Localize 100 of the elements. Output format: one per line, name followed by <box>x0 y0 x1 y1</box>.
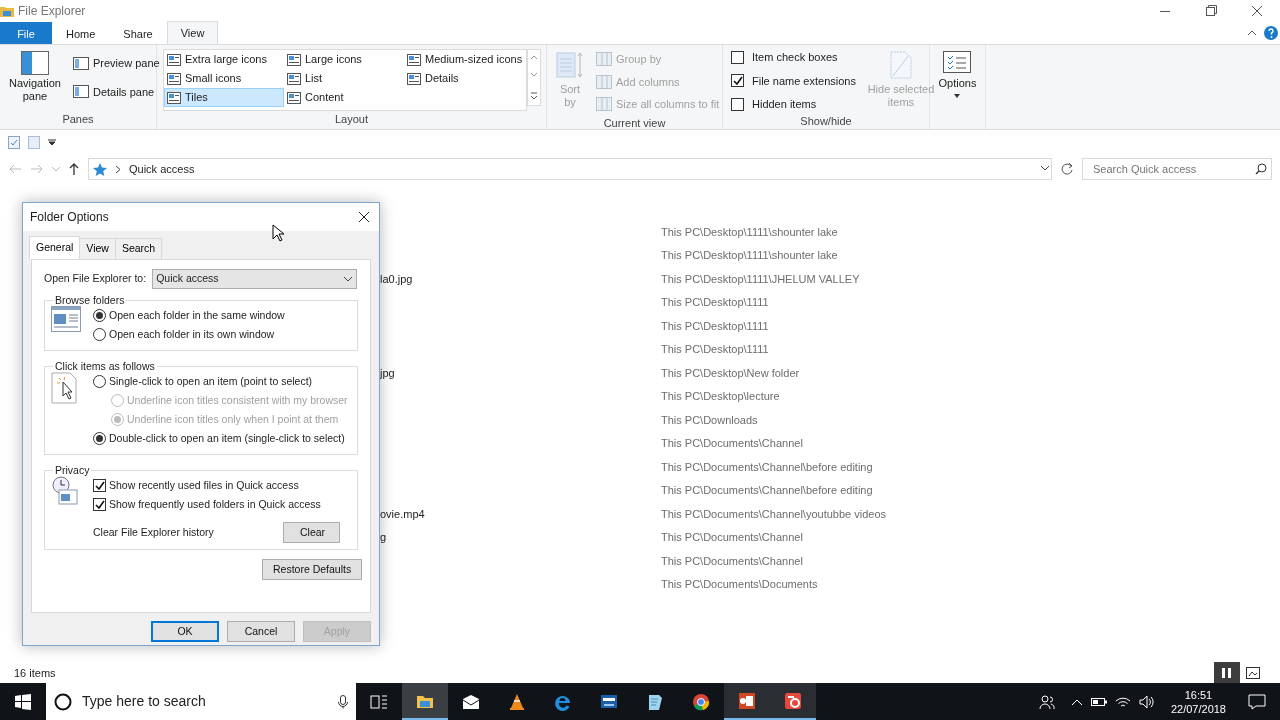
file-location: This PC\Desktop\1111\JHELUM VALLEY <box>661 271 860 287</box>
view-option[interactable]: Medium-sized icons <box>404 50 526 69</box>
show-hidden-icons-icon[interactable] <box>1070 697 1083 706</box>
caret-icon <box>954 93 961 98</box>
file-location: This PC\Desktop\New folder <box>661 365 800 381</box>
presentation-icon[interactable] <box>738 691 756 710</box>
file-location: This PC\Documents\Channel\youtubbe videos <box>661 506 886 522</box>
file-location: This PC\Documents\Channel <box>661 553 803 569</box>
search-field[interactable]: Search Quick access <box>1091 159 1255 179</box>
group-label: Panes <box>61 112 95 127</box>
checkbox[interactable] <box>731 74 744 88</box>
clock-time[interactable]: 16:51 <box>1170 687 1226 702</box>
ribbon-tab[interactable]: View <box>166 21 219 44</box>
dropdown-icon <box>343 276 354 282</box>
view-option[interactable]: List <box>284 69 404 88</box>
group-title: Browse folders <box>54 294 126 306</box>
gallery-scroll-icon[interactable] <box>527 49 541 106</box>
up-icon[interactable] <box>68 162 80 176</box>
file-location: This PC\Documents\Channel <box>661 530 803 545</box>
view-icon <box>407 72 421 85</box>
radio-button[interactable] <box>93 328 106 341</box>
view-option[interactable]: Small icons <box>164 69 284 88</box>
pane-button[interactable]: Details pane <box>70 81 163 102</box>
checkbox[interactable] <box>731 97 744 111</box>
properties-icon[interactable] <box>8 135 20 149</box>
dropdown-icon <box>1039 165 1051 173</box>
star-icon <box>93 162 107 176</box>
window-icon <box>51 306 81 332</box>
view-option[interactable]: Tiles <box>164 88 284 107</box>
view-icon <box>287 53 301 66</box>
view-icon <box>287 72 301 85</box>
pane-icon <box>73 85 89 99</box>
option-label: Underline icon titles only when I point at them <box>127 411 339 427</box>
chrome-icon[interactable] <box>692 692 710 711</box>
ribbon-tab[interactable]: Share <box>109 22 167 44</box>
cortana-icon <box>54 692 72 711</box>
checkbox-label: Show recently used files in Quick access <box>109 477 299 493</box>
clock-date[interactable]: 22/07/2018 <box>1170 701 1226 716</box>
search-box[interactable]: Search Quick access <box>1082 158 1272 180</box>
file-name: jpg <box>380 365 395 381</box>
file-location: This PC\Desktop\1111\shounter lake <box>661 224 838 240</box>
people-icon[interactable] <box>1038 693 1055 710</box>
columns-icon <box>596 97 612 112</box>
ribbon-tab[interactable]: File <box>0 22 52 44</box>
file-name: ovie.mp4 <box>380 506 425 522</box>
option-label: Underline icon titles consistent with my browser <box>127 392 348 408</box>
radio-button[interactable] <box>93 309 106 322</box>
view-option[interactable]: Details <box>404 69 526 88</box>
group-label: Show/hide <box>799 113 853 129</box>
task-view-icon[interactable] <box>370 692 388 711</box>
checkmark-icon <box>94 481 105 490</box>
checkbox[interactable] <box>731 50 744 64</box>
file-location: This PC\Documents\Channel\before editing <box>661 483 873 498</box>
envelope-icon[interactable] <box>462 692 480 711</box>
microphone-icon <box>338 694 348 709</box>
checkbox-label: File name extensions <box>752 73 856 89</box>
refresh-icon[interactable] <box>1060 162 1074 176</box>
columns-icon <box>596 74 612 89</box>
pane-button[interactable]: Preview pane <box>70 53 163 74</box>
columns-icon <box>1221 667 1233 679</box>
battery-icon[interactable] <box>1090 696 1107 707</box>
columns-icon <box>596 52 612 67</box>
dialog-button[interactable]: OK <box>151 621 219 642</box>
restore-defaults-button[interactable]: Restore Defaults <box>262 559 362 580</box>
volume-icon[interactable] <box>1138 694 1155 709</box>
options-button[interactable]: Options <box>935 49 980 129</box>
traffic-cone-icon[interactable] <box>508 692 526 711</box>
taskbar-search-box[interactable]: Type here to search <box>46 683 356 720</box>
customize-icon[interactable] <box>48 138 56 146</box>
checkbox[interactable] <box>93 498 106 511</box>
view-option[interactable]: Large icons <box>284 50 404 69</box>
checkmark-icon <box>94 500 105 509</box>
file-name: g <box>380 530 387 545</box>
view-option[interactable]: Extra large icons <box>164 50 284 69</box>
group-title: Privacy <box>54 464 91 476</box>
checkbox[interactable] <box>93 479 106 492</box>
dropdown-field[interactable]: Quick access <box>152 269 358 289</box>
notification-icon[interactable] <box>1248 693 1266 710</box>
file-location: This PC\Desktop\1111 <box>661 295 769 310</box>
view-icon <box>287 91 301 104</box>
ribbon-tab[interactable]: Home <box>52 22 110 44</box>
dialog-title: Folder Options <box>30 209 110 226</box>
view-option[interactable]: Content <box>284 88 404 107</box>
chevron-icon <box>115 164 121 174</box>
checkbox-label: Hidden items <box>752 97 817 112</box>
radio-button[interactable] <box>93 375 106 388</box>
dialog-tab[interactable]: Search <box>114 238 163 259</box>
file-location: This PC\Desktop\1111 <box>661 318 769 334</box>
dialog-button[interactable]: Cancel <box>227 621 295 642</box>
clear-button[interactable]: Clear <box>283 522 340 543</box>
details-view-button[interactable] <box>1214 662 1240 684</box>
radio-button[interactable] <box>93 432 106 445</box>
address-bar[interactable]: Quick access <box>88 158 1052 180</box>
navigation-pane-button[interactable]: Navigation pane <box>4 49 66 111</box>
notepad-icon[interactable] <box>646 692 664 711</box>
search-icon <box>1255 163 1267 175</box>
dialog-tab[interactable]: General <box>29 236 81 259</box>
view-icon <box>167 91 181 104</box>
clear-history-label: Clear File Explorer history <box>93 524 215 540</box>
view-icon <box>167 72 181 85</box>
